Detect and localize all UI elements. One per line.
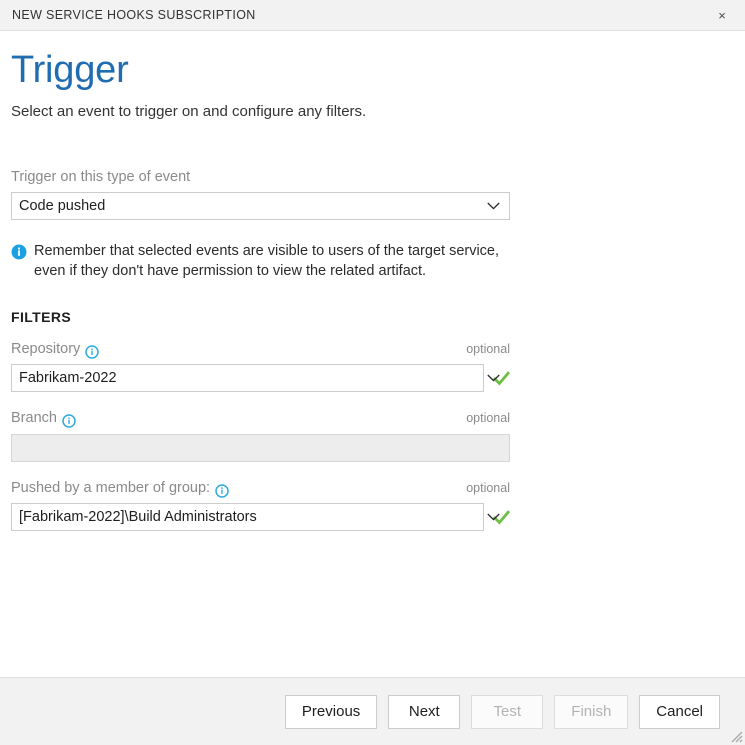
repository-label-row: Repository optional: [11, 341, 510, 358]
pushed-by-group-field: Pushed by a member of group: optional [F…: [11, 480, 734, 531]
resize-grip-icon[interactable]: [729, 729, 743, 743]
branch-label-group: Branch: [11, 410, 76, 427]
event-type-label-row: Trigger on this type of event: [11, 169, 734, 186]
info-filled-icon: [11, 244, 27, 260]
repository-select-wrap: Fabrikam-2022: [11, 364, 510, 392]
branch-optional-tag: optional: [466, 411, 510, 425]
pushed-by-group-label: Pushed by a member of group:: [11, 480, 210, 497]
previous-button[interactable]: Previous: [285, 695, 377, 729]
dialog-content: Trigger Select an event to trigger on an…: [0, 31, 745, 677]
pushed-by-group-label-row: Pushed by a member of group: optional: [11, 480, 510, 497]
repository-select[interactable]: Fabrikam-2022: [11, 364, 484, 392]
info-circle-icon[interactable]: [215, 484, 229, 498]
cancel-button[interactable]: Cancel: [639, 695, 720, 729]
pushed-by-group-select[interactable]: [Fabrikam-2022]\Build Administrators: [11, 503, 484, 531]
repository-optional-tag: optional: [466, 342, 510, 356]
filters-heading: FILTERS: [11, 309, 734, 325]
branch-field: Branch optional: [11, 410, 734, 461]
finish-button: Finish: [554, 695, 628, 729]
repository-field: Repository optional Fabrikam-2022: [11, 341, 734, 392]
repository-label: Repository: [11, 341, 80, 358]
event-type-select[interactable]: Code pushed: [11, 192, 510, 220]
event-type-select-wrap: Code pushed: [11, 192, 510, 220]
green-check-icon: [493, 370, 510, 387]
dialog-footer: Previous Next Test Finish Cancel: [0, 677, 745, 745]
info-circle-icon[interactable]: [62, 414, 76, 428]
pushed-by-group-optional-tag: optional: [466, 481, 510, 495]
branch-label-row: Branch optional: [11, 410, 510, 427]
event-type-label: Trigger on this type of event: [11, 169, 190, 186]
pushed-by-group-label-group: Pushed by a member of group:: [11, 480, 229, 497]
repository-label-group: Repository: [11, 341, 99, 358]
green-check-icon: [493, 509, 510, 526]
events-visibility-note-text: Remember that selected events are visibl…: [34, 241, 521, 282]
branch-input-wrap: [11, 434, 510, 462]
events-visibility-note: Remember that selected events are visibl…: [11, 241, 521, 282]
dialog-title: NEW SERVICE HOOKS SUBSCRIPTION: [12, 8, 256, 22]
branch-input: [11, 434, 510, 462]
close-icon[interactable]: ×: [713, 6, 731, 24]
new-service-hooks-subscription-dialog: NEW SERVICE HOOKS SUBSCRIPTION × Trigger…: [0, 0, 745, 745]
page-subtitle: Select an event to trigger on and config…: [11, 89, 734, 122]
branch-label: Branch: [11, 410, 57, 427]
next-button[interactable]: Next: [388, 695, 460, 729]
test-button: Test: [471, 695, 543, 729]
info-circle-icon[interactable]: [85, 345, 99, 359]
dialog-titlebar: NEW SERVICE HOOKS SUBSCRIPTION ×: [0, 0, 745, 31]
event-type-field: Trigger on this type of event Code pushe…: [11, 169, 734, 220]
page-title: Trigger: [11, 31, 734, 89]
pushed-by-group-select-wrap: [Fabrikam-2022]\Build Administrators: [11, 503, 510, 531]
